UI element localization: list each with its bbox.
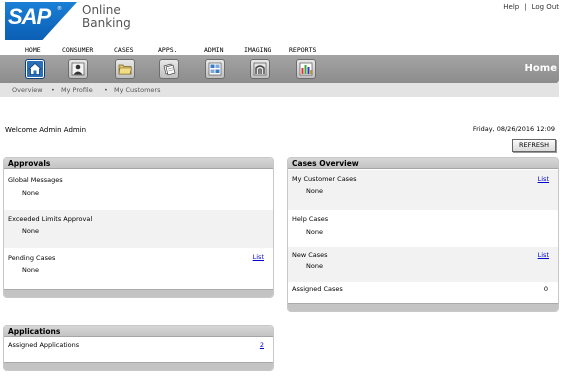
new-cases-list-link[interactable]: List: [538, 251, 549, 259]
approvals-row-exceeded-limits: Exceeded Limits Approval None: [4, 210, 273, 248]
applications-row-assigned: Assigned Applications 2: [4, 338, 273, 362]
product-name: Online Banking: [82, 4, 131, 30]
approvals-panel: Approvals Global Messages None Exceeded …: [3, 157, 274, 298]
person-icon-glyph: [71, 62, 85, 76]
nav-label-home[interactable]: HOME: [25, 46, 41, 54]
imaging-icon[interactable]: [250, 59, 270, 79]
refresh-button[interactable]: REFRESH: [512, 139, 556, 152]
approvals-row-pending-cases: Pending Cases None List: [4, 248, 273, 288]
person-icon[interactable]: [68, 59, 88, 79]
nav-label-admin[interactable]: ADMIN: [204, 46, 224, 54]
home-icon-glyph: [28, 62, 42, 75]
help-link[interactable]: Help: [503, 3, 519, 11]
top-links-separator: |: [524, 3, 527, 11]
cases-row-my-customer-cases: My Customer Cases None List: [288, 170, 558, 210]
nav-label-apps[interactable]: APPS.: [158, 46, 178, 54]
row-value: None: [306, 187, 323, 195]
bar-chart-icon[interactable]: [296, 59, 316, 79]
registered-mark: ®: [57, 6, 62, 12]
subnav-bullet: •: [51, 86, 55, 94]
admin-icon[interactable]: [205, 59, 225, 79]
row-label: Help Cases: [292, 215, 329, 223]
folder-icon-glyph: [118, 64, 132, 75]
top-links: Help | Log Out: [503, 3, 559, 11]
approvals-title: Approvals: [8, 159, 51, 168]
nav-label-reports[interactable]: REPORTS: [289, 46, 316, 54]
row-label: My Customer Cases: [292, 175, 357, 183]
section-title: Home: [524, 63, 557, 74]
cases-overview-footer: [288, 303, 558, 311]
nav-label-imaging[interactable]: IMAGING: [244, 46, 271, 54]
nav-label-cases[interactable]: CASES: [114, 46, 134, 54]
subnav-my-customers[interactable]: My Customers: [114, 86, 160, 94]
cases-overview-title: Cases Overview: [292, 159, 359, 168]
welcome-message: Welcome Admin Admin: [5, 126, 87, 134]
approvals-header: Approvals: [4, 158, 273, 169]
row-label: Exceeded Limits Approval: [8, 215, 93, 223]
row-label: New Cases: [292, 251, 328, 259]
row-label: Pending Cases: [8, 254, 56, 262]
applications-header: Applications: [4, 326, 273, 337]
row-value: None: [22, 266, 39, 274]
logout-link[interactable]: Log Out: [532, 3, 559, 11]
subnav-overview[interactable]: Overview: [12, 86, 43, 94]
home-icon[interactable]: [25, 59, 45, 79]
assigned-cases-count: 0: [543, 285, 548, 293]
current-datetime: Friday, 08/26/2016 12:09: [472, 125, 555, 133]
admin-icon-glyph: [208, 62, 222, 76]
product-name-line2: Banking: [82, 16, 131, 30]
subnav-my-profile[interactable]: My Profile: [61, 86, 93, 94]
cases-row-assigned-cases: Assigned Cases 0: [288, 282, 558, 304]
bar-chart-icon-glyph: [299, 62, 313, 76]
cases-row-help-cases: Help Cases None: [288, 210, 558, 247]
row-label: Assigned Applications: [8, 341, 80, 349]
folder-icon[interactable]: [115, 59, 135, 79]
pending-cases-list-link[interactable]: List: [253, 253, 264, 261]
documents-icon-glyph: [163, 63, 176, 76]
cases-overview-panel: Cases Overview My Customer Cases None Li…: [287, 157, 559, 312]
documents-icon[interactable]: [159, 59, 179, 79]
nav-label-consumer[interactable]: CONSUMER: [62, 46, 93, 54]
applications-footer: [4, 362, 273, 370]
cases-row-new-cases: New Cases None List: [288, 247, 558, 282]
logo-text: SAP: [8, 4, 51, 29]
row-value: None: [22, 227, 39, 235]
main-toolbar: [0, 55, 559, 83]
sub-navigation: Overview • My Profile • My Customers: [0, 83, 559, 97]
row-label: Assigned Cases: [292, 285, 343, 293]
applications-title: Applications: [8, 327, 61, 336]
my-customer-cases-list-link[interactable]: List: [538, 175, 549, 183]
row-value: None: [306, 228, 323, 236]
assigned-applications-link[interactable]: 2: [260, 341, 264, 349]
row-label: Global Messages: [8, 176, 63, 184]
row-value: None: [22, 189, 39, 197]
imaging-icon-glyph: [253, 62, 267, 76]
applications-panel: Applications Assigned Applications 2: [3, 325, 274, 371]
subnav-bullet: •: [104, 86, 108, 94]
approvals-footer: [4, 289, 273, 297]
row-value: None: [306, 262, 323, 270]
cases-overview-header: Cases Overview: [288, 158, 558, 169]
approvals-row-global-messages: Global Messages None: [4, 170, 273, 210]
